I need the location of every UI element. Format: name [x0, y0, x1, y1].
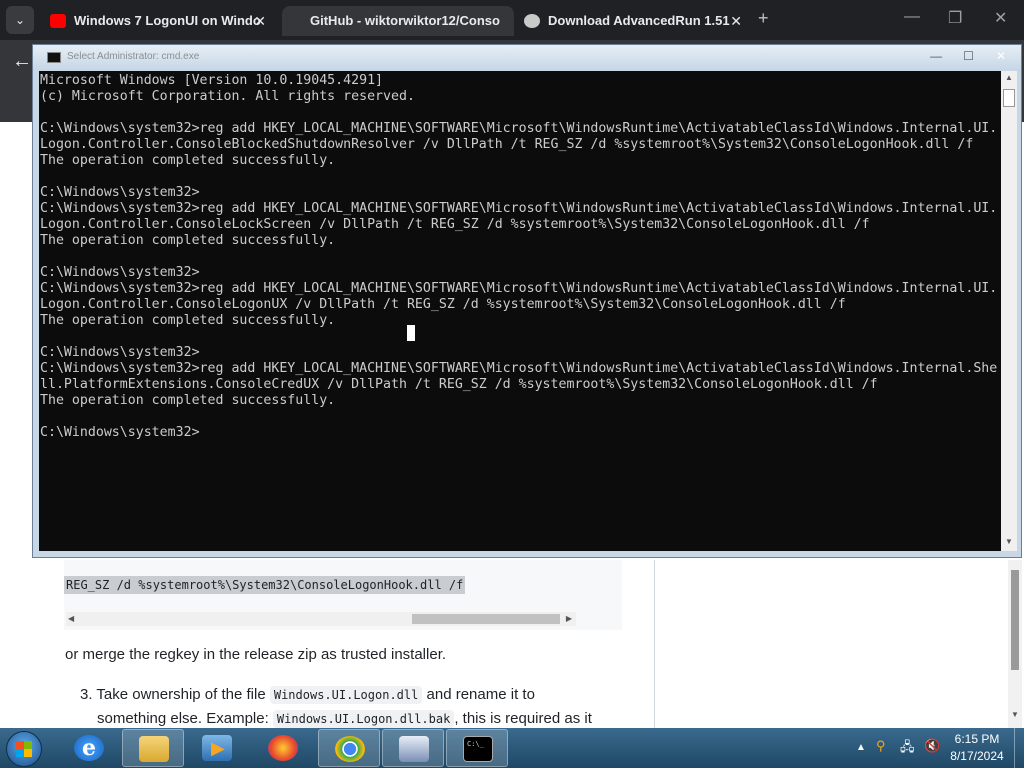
firefox-icon: [268, 735, 298, 761]
app-window-icon: [399, 736, 429, 762]
network-icon[interactable]: 🖧: [900, 738, 915, 760]
youtube-icon: [50, 14, 66, 28]
back-button[interactable]: ←: [12, 50, 32, 73]
scroll-up-icon[interactable]: ▲: [1005, 73, 1013, 82]
taskbar-app[interactable]: [382, 729, 444, 767]
console-scrollbar[interactable]: ▲ ▼: [1001, 71, 1017, 551]
clock-time: 6:15 PM: [954, 732, 1000, 746]
console-window[interactable]: Select Administrator: cmd.exe — ☐ ✕ Micr…: [32, 44, 1022, 558]
code-horizontal-scrollbar[interactable]: ◀ ▶: [66, 612, 576, 626]
close-icon[interactable]: ✕: [254, 6, 266, 36]
taskbar-chrome[interactable]: [318, 729, 380, 767]
scroll-thumb[interactable]: [412, 614, 560, 624]
list-item-text: , this is required as it: [454, 710, 592, 727]
folder-icon: [139, 736, 169, 762]
tab-search-dropdown-button[interactable]: ⌄: [6, 6, 34, 34]
list-item: 3. Take ownership of the file Windows.UI…: [80, 686, 535, 704]
chevron-down-icon: ⌄: [14, 13, 26, 27]
clock[interactable]: 6:15 PM 8/17/2024: [946, 731, 1008, 765]
nirsoft-icon: [524, 14, 540, 28]
console-output-area[interactable]: Microsoft Windows [Version 10.0.19045.42…: [39, 71, 1001, 551]
taskbar: e ▶ C:\_ ▲ ⚲ 🖧 🔇 6:15 PM 8/17/2024: [0, 728, 1024, 768]
instruction-paragraph: or merge the regkey in the release zip a…: [65, 646, 447, 663]
list-item-continuation: something else. Example: Windows.UI.Logo…: [97, 710, 592, 728]
list-item-text: something else. Example:: [97, 710, 273, 727]
list-item-text: and rename it to: [422, 686, 535, 703]
page-scrollbar[interactable]: ▼: [1008, 560, 1022, 728]
taskbar-firefox[interactable]: [252, 729, 314, 767]
inline-code: Windows.UI.Logon.dll.bak: [272, 710, 455, 728]
inline-code: Windows.UI.Logon.dll: [269, 686, 423, 704]
console-minimize-button[interactable]: —: [922, 48, 950, 64]
ie-glyph: e: [82, 735, 96, 761]
taskbar-cmd[interactable]: C:\_: [446, 729, 508, 767]
console-close-button[interactable]: ✕: [987, 48, 1015, 64]
media-icon: ▶: [202, 735, 232, 761]
text-cursor: [407, 325, 415, 341]
tab-label: Windows 7 LogonUI on Windo: [74, 13, 261, 28]
tab-label: GitHub - wiktorwiktor12/Conso: [310, 13, 500, 28]
page-scroll-thumb[interactable]: [1011, 570, 1019, 670]
taskbar-internet-explorer[interactable]: e: [58, 729, 120, 767]
tab-github[interactable]: GitHub - wiktorwiktor12/Conso: [282, 6, 514, 36]
console-scroll-thumb[interactable]: [1003, 89, 1015, 107]
column-divider: [654, 560, 655, 728]
new-tab-button[interactable]: +: [758, 8, 769, 29]
tab-windows7-logonui[interactable]: Windows 7 LogonUI on Windo ✕: [40, 6, 274, 36]
console-output: Microsoft Windows [Version 10.0.19045.42…: [40, 73, 998, 440]
volume-icon[interactable]: 🔇: [924, 738, 940, 754]
scroll-down-icon[interactable]: ▼: [1011, 710, 1019, 719]
console-title: Select Administrator: cmd.exe: [67, 51, 200, 62]
github-icon: [292, 14, 308, 28]
search-icon[interactable]: ⚲: [876, 738, 886, 754]
play-glyph: ▶: [211, 738, 225, 758]
taskbar-media-player[interactable]: ▶: [186, 729, 248, 767]
list-item-text: 3. Take ownership of the file: [80, 686, 270, 703]
show-hidden-icons-button[interactable]: ▲: [856, 742, 866, 753]
chrome-icon: [335, 736, 365, 762]
scroll-right-icon[interactable]: ▶: [566, 612, 572, 626]
browser-tab-bar: ⌄ Windows 7 LogonUI on Windo ✕ GitHub - …: [0, 0, 1024, 40]
cmd-glyph: C:\_: [467, 740, 484, 748]
code-line: REG_SZ /d %systemroot%\System32\ConsoleL…: [64, 576, 466, 594]
close-icon[interactable]: ✕: [730, 6, 742, 36]
console-title-bar[interactable]: Select Administrator: cmd.exe — ☐ ✕: [33, 45, 1021, 69]
start-button[interactable]: [6, 731, 42, 767]
tab-advancedrun[interactable]: Download AdvancedRun 1.51 ✕: [514, 6, 750, 36]
close-window-button[interactable]: ✕: [994, 8, 1007, 28]
windows-logo-icon-lower: [16, 749, 32, 757]
cmd-icon: [47, 52, 61, 63]
taskbar-windows-explorer[interactable]: [122, 729, 184, 767]
scroll-left-icon[interactable]: ◀: [68, 612, 74, 626]
maximize-button[interactable]: ❐: [948, 8, 962, 28]
console-window-controls: — ☐ ✕: [922, 47, 1015, 63]
clock-date: 8/17/2024: [950, 749, 1004, 763]
show-desktop-button[interactable]: [1014, 728, 1024, 768]
tab-label: Download AdvancedRun 1.51: [548, 13, 730, 28]
minimize-button[interactable]: —: [904, 8, 920, 26]
ie-icon: e: [74, 735, 104, 761]
console-maximize-button[interactable]: ☐: [955, 48, 983, 64]
cmd-icon: C:\_: [463, 736, 493, 762]
scroll-down-icon[interactable]: ▼: [1005, 537, 1013, 546]
